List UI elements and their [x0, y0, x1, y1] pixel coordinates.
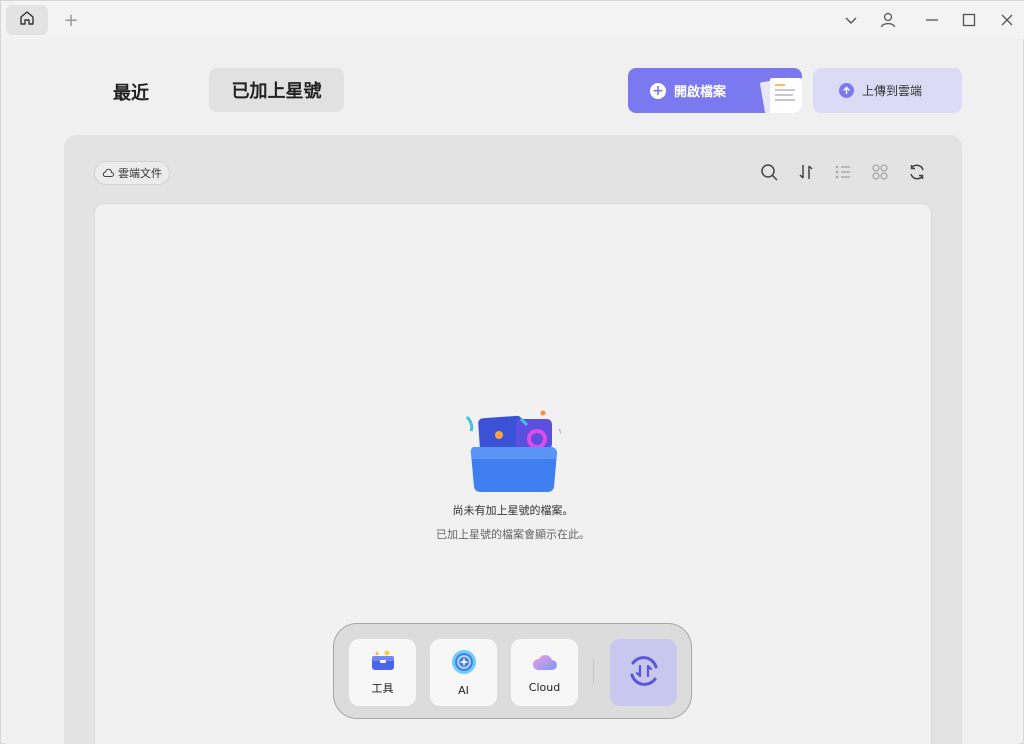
- home-tab[interactable]: [6, 5, 48, 35]
- chevron-down-icon[interactable]: [840, 9, 862, 31]
- add-tab-button[interactable]: +: [59, 8, 83, 32]
- cloud-documents-chip[interactable]: 雲端文件: [94, 161, 170, 185]
- minimize-icon[interactable]: [921, 9, 943, 31]
- folder-illustration-icon: [461, 407, 565, 501]
- empty-state-subtitle: 已加上星號的檔案會顯示在此。: [436, 528, 590, 541]
- sync-button[interactable]: [610, 639, 677, 706]
- tab-recent[interactable]: 最近: [93, 71, 169, 113]
- upload-icon: [839, 83, 854, 98]
- open-file-button[interactable]: + 開啟檔案: [628, 68, 802, 113]
- search-icon[interactable]: [758, 161, 780, 183]
- dock-item-label: AI: [458, 683, 469, 697]
- cloud-chip-label: 雲端文件: [118, 167, 162, 180]
- title-bar: +: [1, 1, 1024, 39]
- sync-icon: [626, 653, 662, 693]
- cloud-icon: [102, 168, 114, 177]
- refresh-icon[interactable]: [906, 161, 928, 183]
- empty-state-title: 尚未有加上星號的檔案。: [452, 504, 574, 517]
- dock-item-cloud[interactable]: Cloud: [511, 639, 578, 706]
- documents-decoration-icon: [756, 74, 802, 113]
- bottom-dock: 工具 AI Cloud: [333, 623, 692, 719]
- toolbox-icon: [371, 649, 395, 674]
- grid-view-icon[interactable]: [869, 161, 891, 183]
- ai-orb-icon: [451, 649, 477, 678]
- open-file-label: 開啟檔案: [674, 85, 727, 100]
- dock-item-label: 工具: [371, 682, 394, 695]
- maximize-icon[interactable]: [958, 9, 980, 31]
- app-window: + 最近 已加上星號 + 開啟檔案 上傳到雲端 雲端文件 尚未有加上星號的檔案。…: [0, 0, 1024, 744]
- user-icon[interactable]: [877, 9, 899, 31]
- home-icon: [18, 9, 36, 31]
- dock-item-ai[interactable]: AI: [430, 639, 497, 706]
- list-view-icon[interactable]: [832, 161, 854, 183]
- plus-circle-icon: +: [650, 82, 666, 99]
- sort-icon[interactable]: [795, 161, 817, 183]
- dock-divider: [593, 658, 594, 684]
- upload-label: 上傳到雲端: [862, 84, 923, 98]
- dock-item-label: Cloud: [528, 680, 561, 694]
- upload-to-cloud-button[interactable]: 上傳到雲端: [813, 68, 962, 113]
- close-icon[interactable]: [996, 9, 1018, 31]
- dock-item-tools[interactable]: 工具: [349, 639, 416, 706]
- cloud-icon: [531, 652, 559, 675]
- tab-starred[interactable]: 已加上星號: [209, 68, 344, 112]
